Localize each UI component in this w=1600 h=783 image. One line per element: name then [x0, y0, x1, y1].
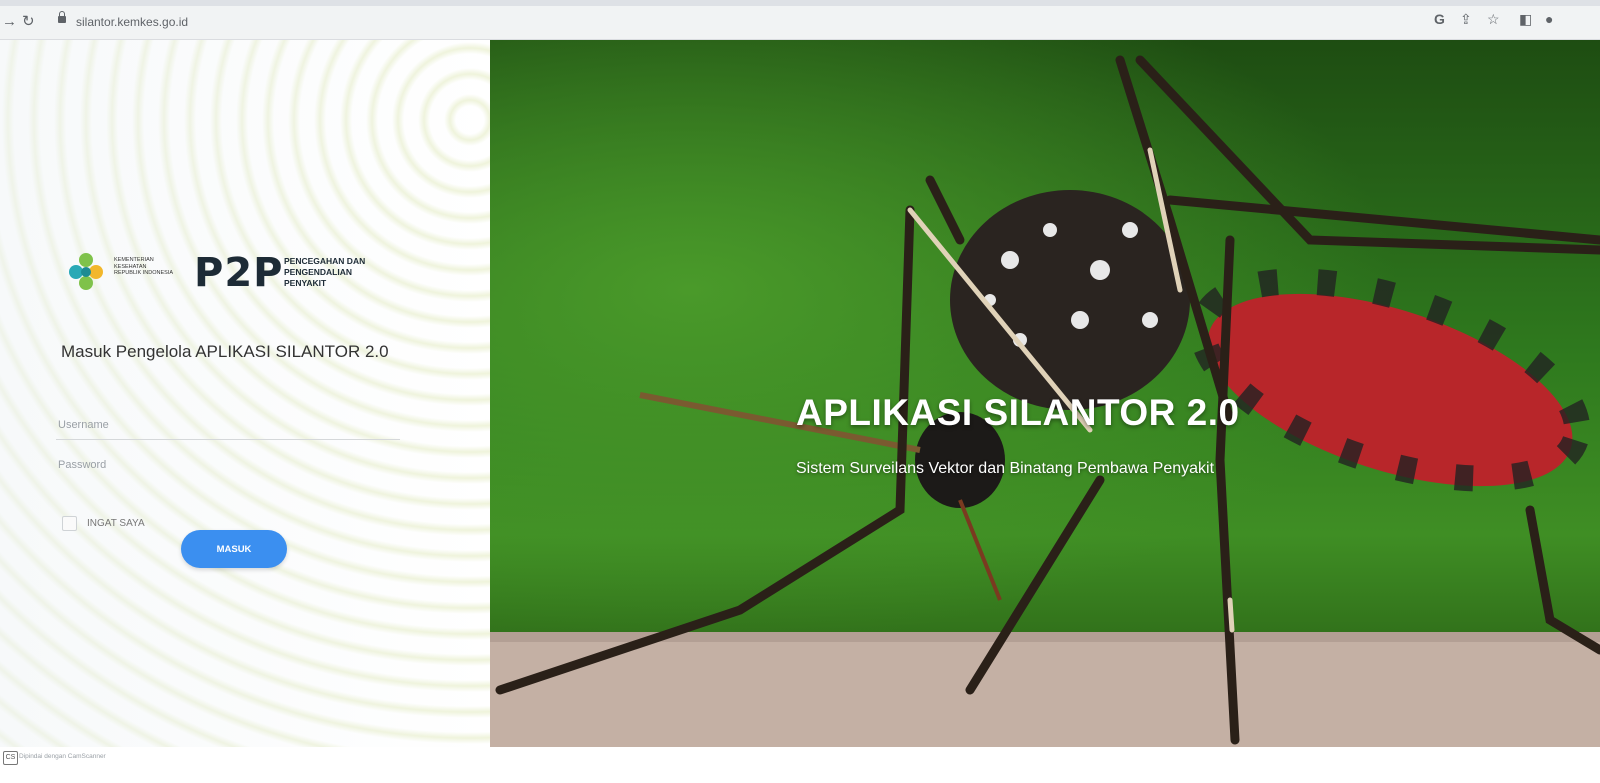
hero-banner: APLIKASI SILANTOR 2.0 Sistem Surveilans … [490, 40, 1600, 747]
p2p-desc-line: PENCEGAHAN DAN [284, 256, 366, 266]
camscanner-text: Dipindai dengan CamScanner [19, 753, 106, 760]
p2p-desc-line: PENYAKIT [284, 278, 327, 288]
remember-label: INGAT SAYA [87, 518, 145, 529]
back-arrow-icon[interactable]: → [2, 14, 17, 29]
remember-checkbox[interactable] [62, 516, 77, 531]
p2p-logo: P2P [194, 250, 284, 296]
camscanner-logo-icon: CS [3, 751, 18, 765]
share-icon[interactable]: ⇪ [1460, 12, 1472, 26]
p2p-desc-line: PENGENDALIAN [284, 267, 353, 277]
reload-icon[interactable]: ↻ [22, 14, 35, 29]
profile-icon[interactable]: ● [1545, 12, 1553, 26]
lock-icon[interactable] [58, 11, 66, 23]
google-icon[interactable]: G [1434, 12, 1445, 26]
login-heading: Masuk Pengelola APLIKASI SILANTOR 2.0 [61, 342, 389, 361]
browser-tab-strip [0, 0, 1600, 6]
hero-title: APLIKASI SILANTOR 2.0 [796, 392, 1240, 433]
kemenkes-text: KEMENTERIAN KESEHATAN REPUBLIK INDONESIA [114, 257, 173, 276]
p2p-description: PENCEGAHAN DAN PENGENDALIAN PENYAKIT [284, 256, 365, 289]
hero-subtitle: Sistem Surveilans Vektor dan Binatang Pe… [796, 460, 1215, 477]
background-pattern [0, 40, 490, 747]
browser-toolbar: → ↻ silantor.kemkes.go.id G ⇪ ☆ ◧ ● [0, 0, 1600, 40]
username-input[interactable] [56, 410, 400, 440]
login-button[interactable]: MASUK [181, 530, 287, 568]
star-icon[interactable]: ☆ [1487, 12, 1500, 26]
password-input[interactable] [56, 450, 400, 480]
sidebar-icon[interactable]: ◧ [1519, 12, 1532, 26]
kemenkes-logo-icon [69, 253, 103, 290]
scanner-watermark: CS Dipindai dengan CamScanner [0, 747, 1600, 783]
login-panel: KEMENTERIAN KESEHATAN REPUBLIK INDONESIA… [0, 40, 490, 747]
remember-me[interactable]: INGAT SAYA [62, 516, 145, 531]
address-bar-url[interactable]: silantor.kemkes.go.id [76, 15, 188, 29]
